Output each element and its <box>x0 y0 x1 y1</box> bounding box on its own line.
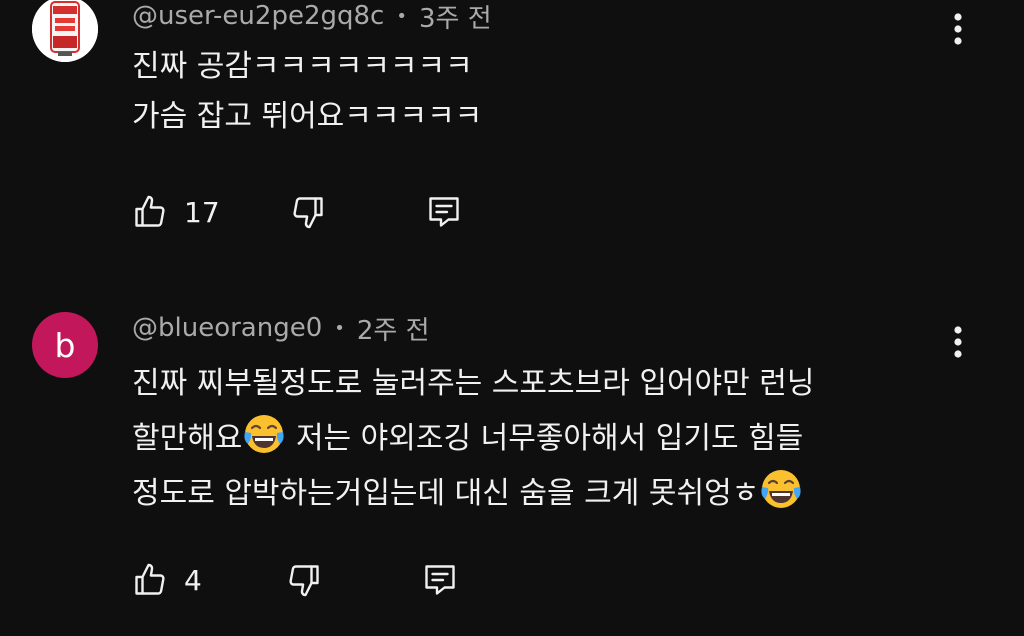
more-vertical-icon <box>954 13 962 45</box>
avatar-letter: b <box>54 325 76 365</box>
comment-text: 진짜 찌부될정도로 눌러주는 스포츠브라 입어야만 런닝 할만해요 저는 야외조… <box>132 356 952 521</box>
comment-meta: @blueorange0 • 2주 전 <box>132 310 430 346</box>
comment-text-line: 가슴 잡고 뛰어요ㅋㅋㅋㅋㅋ <box>132 99 483 134</box>
comment-actions: 17 <box>132 190 462 234</box>
dislike-button[interactable] <box>290 190 326 234</box>
comment-text-line: 진짜 찌부될정도로 눌러주는 스포츠브라 입어야만 런닝 <box>132 366 815 401</box>
comment-item: @user-eu2pe2gq8c • 3주 전 진짜 공감ㅋㅋㅋㅋㅋㅋㅋㅋ 가슴… <box>0 0 1024 250</box>
thumbs-down-icon <box>293 197 323 229</box>
thumbs-up-icon <box>135 195 165 227</box>
comment-item: b @blueorange0 • 2주 전 진짜 찌부될정도로 눌러주는 스포츠… <box>0 300 1024 636</box>
more-vertical-icon <box>954 326 962 358</box>
avatar[interactable] <box>32 0 98 62</box>
reply-button[interactable] <box>426 190 462 234</box>
comment-time[interactable]: 2주 전 <box>357 310 430 347</box>
comment-text: 진짜 공감ㅋㅋㅋㅋㅋㅋㅋㅋ 가슴 잡고 뛰어요ㅋㅋㅋㅋㅋ <box>132 42 952 142</box>
like-count: 4 <box>184 563 202 597</box>
comment-meta: @user-eu2pe2gq8c • 3주 전 <box>132 0 492 34</box>
thumbs-down-icon <box>289 565 319 597</box>
separator-dot: • <box>334 317 345 339</box>
comment-actions: 4 <box>132 558 458 602</box>
separator-dot: • <box>396 5 407 27</box>
comment-time[interactable]: 3주 전 <box>419 0 492 35</box>
dislike-button[interactable] <box>286 558 322 602</box>
drink-can-icon <box>32 0 98 62</box>
comment-text-fragment: 저는 야외조깅 너무좋아해서 입기도 힘들 <box>286 421 804 456</box>
comment-text-line-2: 할만해요 저는 야외조깅 너무좋아해서 입기도 힘들 <box>132 411 952 466</box>
comment-author[interactable]: @blueorange0 <box>132 313 322 343</box>
comment-text-fragment: 할만해요 <box>132 421 243 456</box>
like-button[interactable]: 17 <box>132 190 220 234</box>
like-count: 17 <box>184 195 220 229</box>
comment-author[interactable]: @user-eu2pe2gq8c <box>132 1 384 31</box>
tears-of-joy-emoji <box>761 470 801 508</box>
comment-text-line: 진짜 공감ㅋㅋㅋㅋㅋㅋㅋㅋ <box>132 49 473 84</box>
reply-comment-icon <box>428 197 459 227</box>
reply-button[interactable] <box>422 558 458 602</box>
avatar[interactable]: b <box>32 312 98 378</box>
comment-text-fragment: 정도로 압박하는거입는데 대신 숨을 크게 못쉬엉ㅎ <box>132 476 760 511</box>
thumbs-up-icon <box>135 563 165 595</box>
reply-comment-icon <box>425 565 455 595</box>
comment-text-line-3: 정도로 압박하는거입는데 대신 숨을 크게 못쉬엉ㅎ <box>132 466 952 521</box>
like-button[interactable]: 4 <box>132 558 202 602</box>
tears-of-joy-emoji <box>244 415 284 453</box>
